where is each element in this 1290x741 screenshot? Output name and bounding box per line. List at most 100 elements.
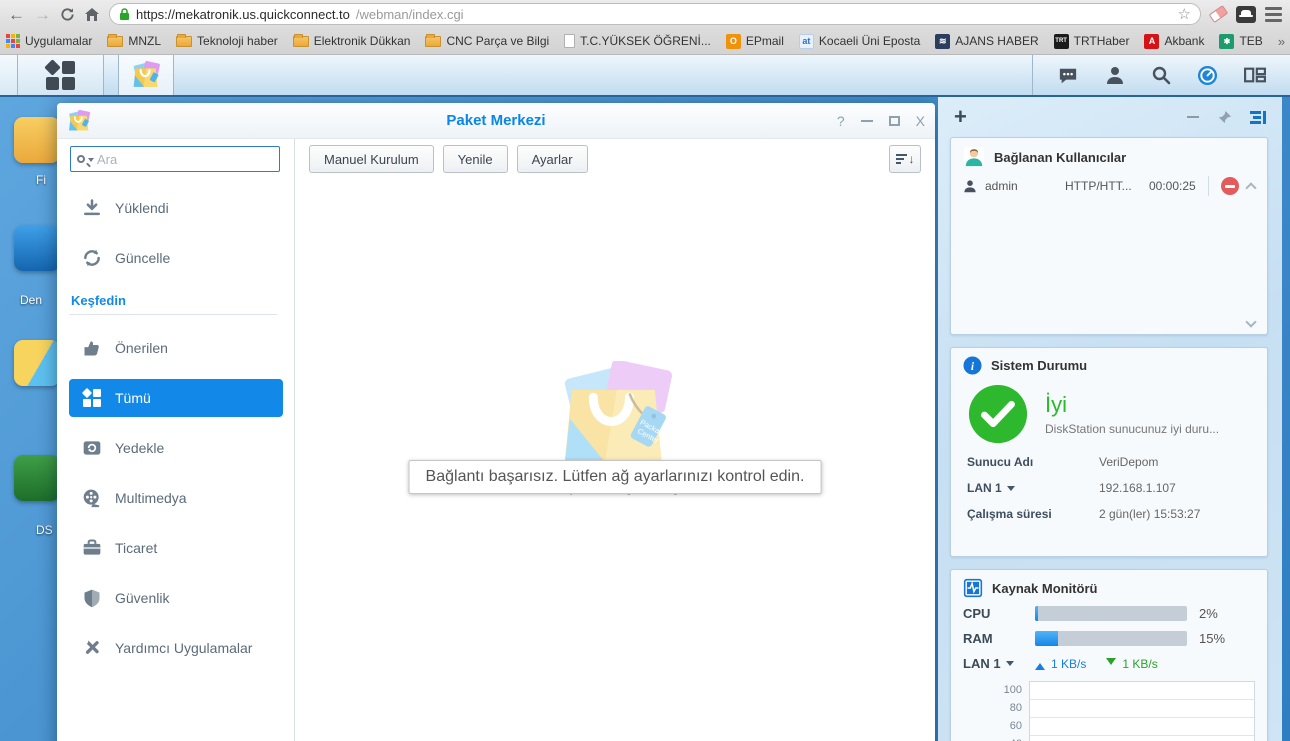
window-toolbar: Manuel Kurulum Yenile Ayarlar ↓ [57,139,935,179]
bookmark-epmail[interactable]: OEPmail [726,34,784,49]
chart-plot-area [1029,681,1255,741]
row-label: LAN 1 [967,481,1002,495]
row-value: 2 gün(ler) 15:53:27 [1099,507,1200,521]
status-ok-icon [967,383,1029,445]
forward-icon[interactable]: → [34,6,51,23]
bookmark-teb[interactable]: ✱TEB [1219,34,1262,49]
bookmarks-overflow-icon[interactable]: » [1278,34,1285,49]
address-bar[interactable]: https://mekatronik.us.quickconnect.to/we… [109,3,1201,25]
search-magnifier-icon [77,155,85,163]
sidebar-item-business[interactable]: Ticaret [69,529,283,567]
row-label: Sunucu Adı [967,455,1099,469]
window-titlebar[interactable]: Paket Merkezi ? X [57,103,935,139]
desktop-icon-control-panel[interactable] [14,225,60,271]
bookmark-folder-teknoloji[interactable]: Teknoloji haber [176,34,278,48]
browser-toolbar: ← → https://mekatronik.us.quickconnect.t… [0,0,1290,28]
bookmark-label: Elektronik Dükkan [314,34,411,48]
eraser-extension-icon[interactable] [1209,5,1229,23]
manual-install-button[interactable]: Manuel Kurulum [309,145,434,173]
show-desktop-button[interactable] [0,55,18,95]
main-menu-button[interactable] [18,55,104,95]
search-box[interactable] [70,146,280,172]
widget-connected-users: Bağlanan Kullanıcılar admin HTTP/HTT... … [950,137,1268,335]
status-label: İyi [1045,392,1219,418]
browser-menu-icon[interactable] [1265,7,1282,22]
sidebar-item-utilities[interactable]: Yardımcı Uygulamalar [69,629,283,667]
connected-user-row[interactable]: admin HTTP/HTT... 00:00:25 [963,176,1255,196]
sidebar-item-security[interactable]: Güvenlik [69,579,283,617]
sidebar-item-backup[interactable]: Yedekle [69,429,283,467]
kick-user-icon[interactable] [1221,177,1239,195]
desktop-icon-ds[interactable] [14,455,60,501]
ram-meter [1035,631,1187,646]
notifications-icon[interactable] [1057,66,1079,85]
folder-icon [293,36,309,47]
refresh-icon[interactable] [60,7,75,22]
bookmark-ajans-haber[interactable]: ≋AJANS HABER [935,34,1038,49]
lan-select-caret-icon[interactable] [1007,486,1015,495]
taskbar-package-center-button[interactable] [118,55,174,95]
close-icon[interactable]: X [916,113,925,129]
row-value: VeriDepom [1099,455,1158,469]
minimize-icon[interactable] [861,120,873,122]
help-icon[interactable]: ? [837,113,845,129]
chevron-down-icon[interactable] [1245,316,1256,327]
sidebar-item-label: Güncelle [115,250,170,266]
add-widget-icon[interactable]: + [954,106,967,128]
pin-icon[interactable] [1217,110,1232,125]
home-icon[interactable] [84,7,100,22]
connected-users-icon [963,146,985,168]
maximize-icon[interactable] [889,116,900,126]
bookmark-akbank[interactable]: A Akbank [1144,34,1204,49]
bookmark-label: Akbank [1164,34,1204,48]
cpu-row: CPU 2% [963,606,1255,621]
sidebar-item-recommended[interactable]: Önerilen [69,329,283,367]
bookmark-folder-elektronik[interactable]: Elektronik Dükkan [293,34,411,48]
desktop-icon-file-station[interactable] [14,117,60,163]
refresh-button[interactable]: Yenile [443,145,508,173]
film-reel-icon [81,488,103,508]
ram-value: 15% [1199,631,1225,646]
bookmark-trthaber[interactable]: TRTTRTHaber [1054,34,1130,49]
sidebar-section-explore: Keşfedin [69,289,277,315]
incognito-extension-icon[interactable] [1236,6,1256,23]
download-value: 1 KB/s [1122,657,1157,671]
bookmark-kocaeli-eposta[interactable]: atKocaeli Üni Eposta [799,34,920,49]
grid-icon [81,389,103,407]
desktop-icon-package-center[interactable] [14,340,60,386]
bookmark-label: CNC Parça ve Bilgi [446,34,549,48]
back-icon[interactable]: ← [8,6,25,23]
akbank-icon: A [1144,34,1159,49]
tools-icon [81,638,103,658]
pilot-view-icon[interactable] [1244,66,1266,84]
sidebar-item-all[interactable]: Tümü [69,379,283,417]
bookmark-folder-mnzl[interactable]: MNZL [107,34,161,48]
dock-panel-icon[interactable] [1250,111,1266,124]
settings-button[interactable]: Ayarlar [517,145,588,173]
status-row-lan: LAN 1 192.168.1.107 [967,481,1255,495]
widget-title: Kaynak Monitörü [992,581,1097,596]
search-icon[interactable] [1151,65,1171,85]
bookmark-yuksek-ogrenim[interactable]: T.C.YÜKSEK ÖĞRENİ... [564,34,711,48]
sidebar-item-installed[interactable]: Yüklendi [69,189,283,227]
sidebar-item-multimedia[interactable]: Multimedya [69,479,283,517]
apps-grid-icon [6,34,20,48]
trt-icon: TRT [1054,34,1069,49]
bookmark-folder-cnc[interactable]: CNC Parça ve Bilgi [425,34,549,48]
chevron-up-icon[interactable] [1245,182,1256,193]
panel-minimize-icon[interactable] [1187,116,1199,118]
backup-icon [81,438,103,458]
bookmark-apps[interactable]: Uygulamalar [6,34,92,48]
sort-button[interactable]: ↓ [889,145,921,173]
sidebar-item-update[interactable]: Güncelle [69,239,283,277]
sort-icon [896,154,907,164]
search-input[interactable] [97,152,273,167]
ram-row: RAM 15% [963,631,1255,646]
gauge-widget-icon[interactable] [1197,65,1218,86]
bookmark-star-icon[interactable]: ☆ [1178,5,1191,23]
epmail-icon: O [726,34,741,49]
lan-select-caret-icon[interactable] [1006,661,1014,670]
user-options-icon[interactable] [1105,65,1125,85]
dsm-taskbar [0,55,1290,97]
row-value: 192.168.1.107 [1099,481,1176,495]
